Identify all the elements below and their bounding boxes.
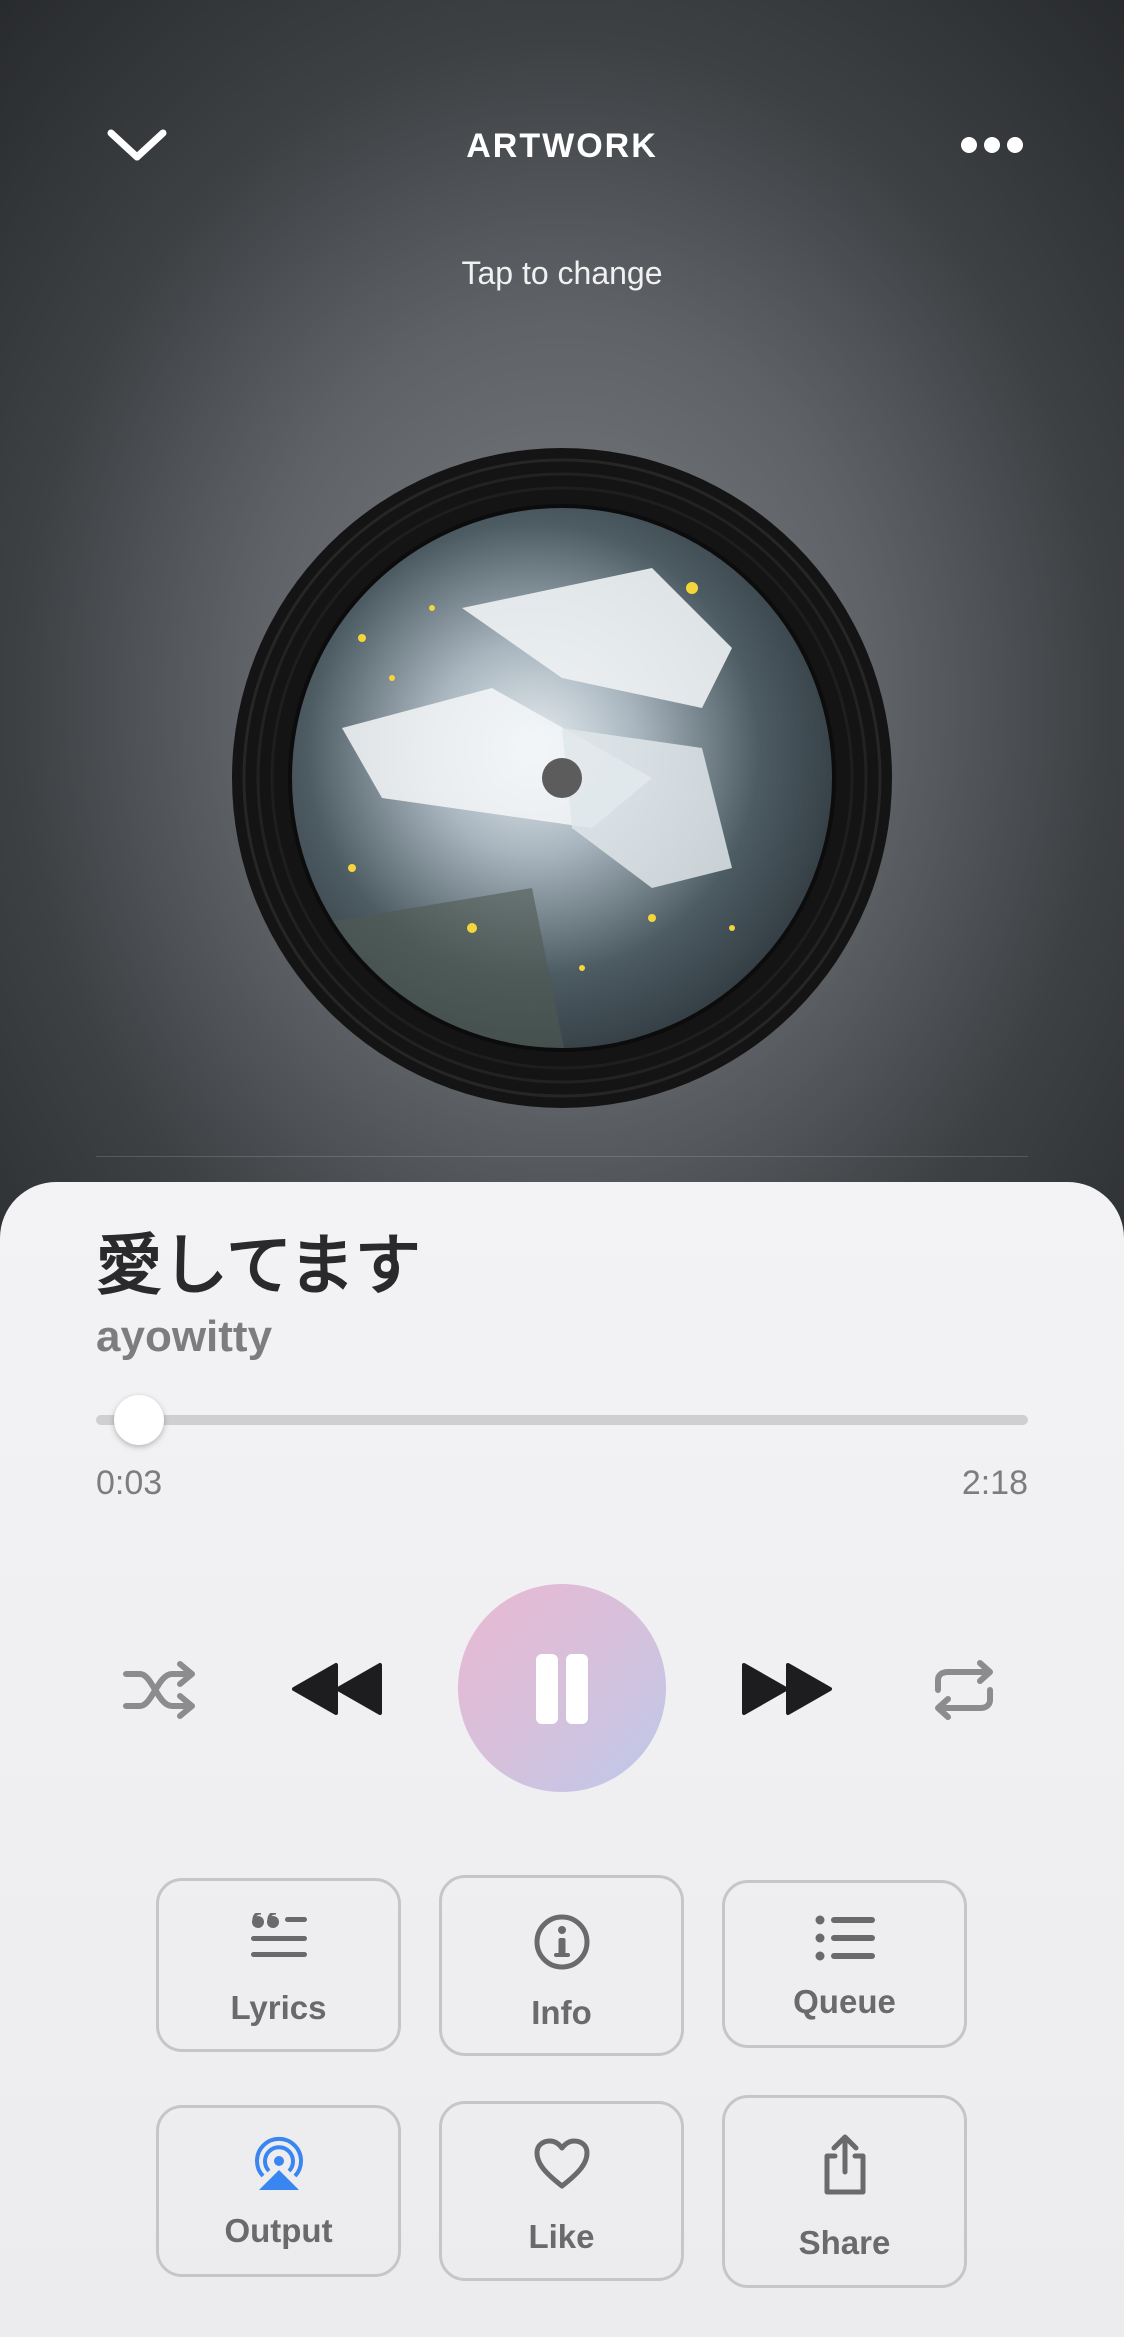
divider <box>96 1156 1028 1157</box>
shuffle-icon[interactable] <box>122 1660 200 1720</box>
tap-to-change-label[interactable]: Tap to change <box>0 255 1124 292</box>
song-title: 愛してます <box>96 1228 421 1302</box>
fast-forward-icon[interactable] <box>738 1661 834 1717</box>
progress-slider[interactable] <box>96 1395 1028 1445</box>
queue-label: Queue <box>793 1983 896 2020</box>
rewind-icon[interactable] <box>290 1661 386 1717</box>
artist-name[interactable]: ayowitty <box>96 1312 272 1362</box>
top-bar: ARTWORK <box>0 95 1124 205</box>
lyrics-label: Lyrics <box>230 1989 327 2026</box>
share-icon <box>824 2134 865 2195</box>
progress-knob[interactable] <box>113 1395 164 1445</box>
page-title: ARTWORK <box>466 127 658 165</box>
queue-button[interactable]: Queue <box>722 1880 967 2048</box>
more-options-icon[interactable] <box>960 135 1024 155</box>
quote-lines-icon <box>250 1913 307 1957</box>
info-button[interactable]: Info <box>439 1875 684 2056</box>
airplay-icon <box>254 2136 303 2190</box>
player-sheet: 愛してます ayowitty 0:03 2:18 Lyrics Info Que… <box>0 1182 1124 2337</box>
output-button[interactable]: Output <box>156 2105 401 2277</box>
like-label: Like <box>528 2218 595 2255</box>
pause-button[interactable] <box>458 1584 666 1792</box>
output-label: Output <box>224 2212 333 2249</box>
share-label: Share <box>798 2224 891 2261</box>
lyrics-button[interactable]: Lyrics <box>156 1878 401 2052</box>
vinyl-disc-image <box>232 448 892 1108</box>
vinyl-artwork[interactable] <box>232 448 892 1108</box>
elapsed-time: 0:03 <box>96 1464 163 1502</box>
repeat-icon[interactable] <box>928 1660 1000 1720</box>
like-button[interactable]: Like <box>439 2101 684 2281</box>
info-icon <box>534 1914 589 1970</box>
pause-icon <box>536 1654 558 1724</box>
list-icon <box>815 1915 875 1961</box>
heart-icon <box>534 2138 589 2189</box>
now-playing-screen: ARTWORK Tap to change 愛してます ayowitty 0:0… <box>0 0 1124 2337</box>
pause-icon-bar <box>566 1654 588 1724</box>
info-label: Info <box>531 1994 592 2031</box>
share-button[interactable]: Share <box>722 2095 967 2288</box>
total-duration: 2:18 <box>961 1464 1028 1502</box>
